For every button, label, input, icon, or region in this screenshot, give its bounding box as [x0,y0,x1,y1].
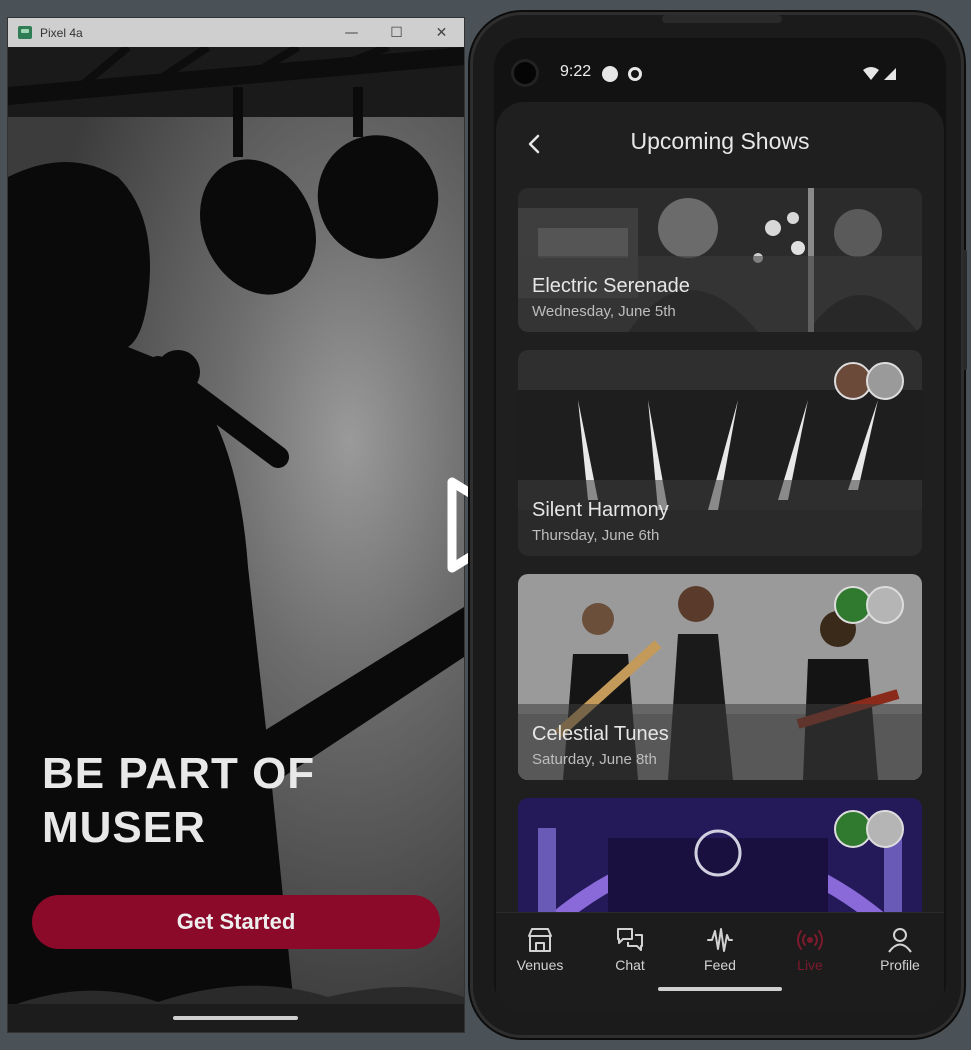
get-started-button[interactable]: Get Started [32,895,440,949]
phone-side-button [963,250,967,370]
hero-line-1: BE PART OF [42,749,316,798]
nav-label: Venues [516,957,564,973]
app-content: Upcoming Shows Electric Serenade Wednesd… [496,102,944,1013]
maximize-button[interactable]: ☐ [374,18,419,47]
nav-item-venues[interactable]: Venues [500,927,580,973]
nav-label: Feed [704,957,736,973]
show-card-electric-serenade[interactable]: Electric Serenade Wednesday, June 5th [518,188,922,332]
phone-speaker [662,15,782,23]
wifi-signal-icon [863,67,896,80]
show-name: Silent Harmony [532,499,669,521]
avatar[interactable] [866,362,904,400]
android-emulator-icon [18,26,32,39]
nav-label: Chat [615,957,645,973]
page-title: Upcoming Shows [496,128,944,155]
emulator-screen: BE PART OF MUSER Get Started [8,47,464,1032]
window-controls: — ☐ ✕ [329,18,464,47]
show-name: Electric Serenade [532,275,690,297]
page-title-text: Upcoming Shows [630,128,810,154]
avatar[interactable] [866,810,904,848]
hero-line-2: MUSER [42,803,206,852]
show-card-partial[interactable] [518,798,922,918]
show-date: Thursday, June 6th [532,527,660,544]
nav-item-chat[interactable]: Chat [590,927,670,973]
broadcast-icon [797,930,823,950]
emulator-window: Pixel 4a — ☐ ✕ BE PART OF MUSER Get Star… [8,18,464,1032]
nav-item-profile[interactable]: Profile [860,927,940,973]
show-card-celestial-tunes[interactable]: Celestial Tunes Saturday, June 8th [518,574,922,780]
hero-heading: BE PART OF MUSER [42,747,442,855]
attendee-avatars [834,810,904,848]
emulator-nav-bar [8,1004,464,1032]
app-header: Upcoming Shows [496,102,944,182]
status-time: 9:22 [560,63,592,80]
nav-item-feed[interactable]: Feed [680,927,760,973]
home-gesture-bar[interactable] [173,1016,298,1020]
attendee-avatars [834,362,904,400]
front-camera [514,62,536,84]
nav-label: Live [797,957,823,973]
store-icon [528,928,552,952]
emulator-title: Pixel 4a [40,25,83,40]
nav-label: Profile [880,957,920,973]
waveform-icon [707,928,733,952]
emulator-titlebar[interactable]: Pixel 4a — ☐ ✕ [8,18,464,47]
close-button[interactable]: ✕ [419,18,464,47]
nav-item-live[interactable]: Live [770,927,850,973]
show-date: Wednesday, June 5th [532,303,676,320]
chat-icon [617,928,643,951]
person-icon [888,928,912,953]
attendee-avatars [834,586,904,624]
phone-screen: 9:22 Upcoming Shows Electric Serenade We… [494,38,946,1013]
show-date: Saturday, June 8th [532,751,657,768]
bottom-navigation: Venues Chat Feed Live Profile [496,912,944,1013]
notification-ring-icon [628,67,642,81]
avatar[interactable] [866,586,904,624]
notification-dot-icon [602,66,618,82]
show-card-silent-harmony[interactable]: Silent Harmony Thursday, June 6th [518,350,922,556]
show-name: Celestial Tunes [532,723,669,745]
minimize-button[interactable]: — [329,18,374,47]
status-bar: 9:22 [494,38,946,106]
concert-silhouette-image [8,47,464,1032]
home-gesture-bar[interactable] [658,987,782,991]
